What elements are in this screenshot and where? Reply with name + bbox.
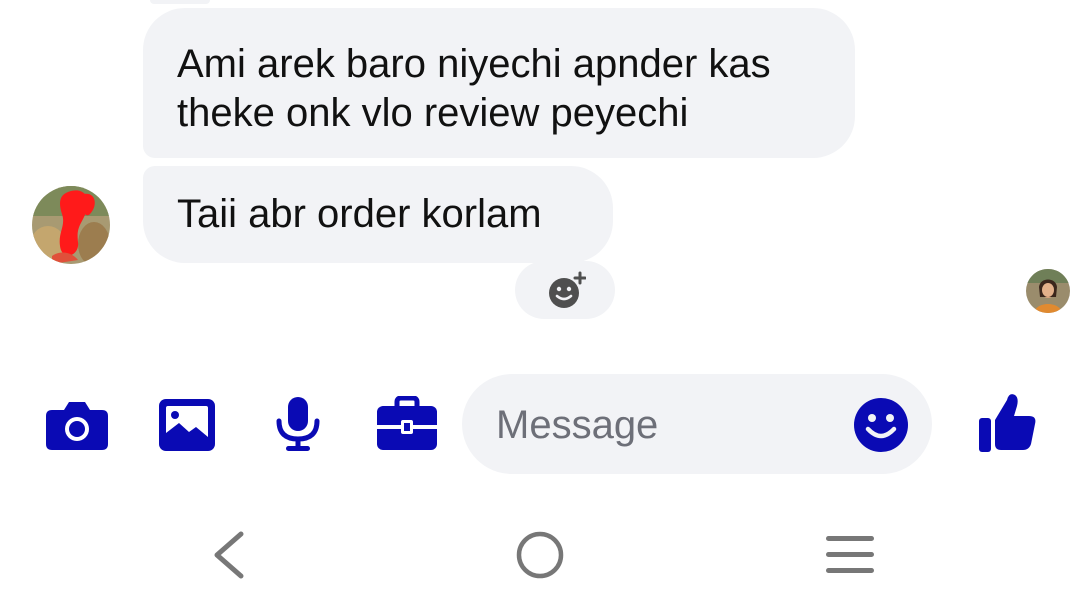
- back-button[interactable]: [211, 531, 245, 584]
- emoji-button[interactable]: [853, 397, 909, 458]
- back-icon: [214, 531, 244, 579]
- add-reaction-button[interactable]: [515, 261, 615, 319]
- business-tools-button[interactable]: [377, 395, 437, 455]
- home-button[interactable]: [516, 531, 564, 584]
- voice-button[interactable]: [276, 397, 320, 458]
- like-button[interactable]: [979, 392, 1037, 457]
- message-bubble[interactable]: Taii abr order korlam: [143, 166, 613, 263]
- gallery-button[interactable]: [159, 399, 215, 456]
- message-input[interactable]: Message: [462, 374, 932, 474]
- microphone-icon: [276, 397, 320, 451]
- image-icon: [159, 399, 215, 451]
- home-icon: [516, 531, 564, 579]
- previous-bubble-edge: [150, 0, 210, 4]
- message-text: Taii abr order korlam: [177, 192, 542, 236]
- recents-button[interactable]: [824, 533, 876, 582]
- emoji-icon: [854, 398, 908, 452]
- camera-button[interactable]: [46, 400, 108, 455]
- message-text: Ami arek baro niyechi apnder kas theke o…: [177, 42, 771, 135]
- add-reaction-icon: [549, 271, 586, 308]
- message-bubble[interactable]: Ami arek baro niyechi apnder kas theke o…: [143, 8, 855, 158]
- briefcase-icon: [377, 395, 437, 450]
- seen-avatar: [1026, 269, 1070, 313]
- thumbs-up-icon: [979, 394, 1036, 452]
- camera-icon: [46, 402, 108, 450]
- message-placeholder: Message: [496, 403, 659, 447]
- menu-icon: [826, 536, 874, 573]
- sender-avatar[interactable]: [32, 186, 110, 264]
